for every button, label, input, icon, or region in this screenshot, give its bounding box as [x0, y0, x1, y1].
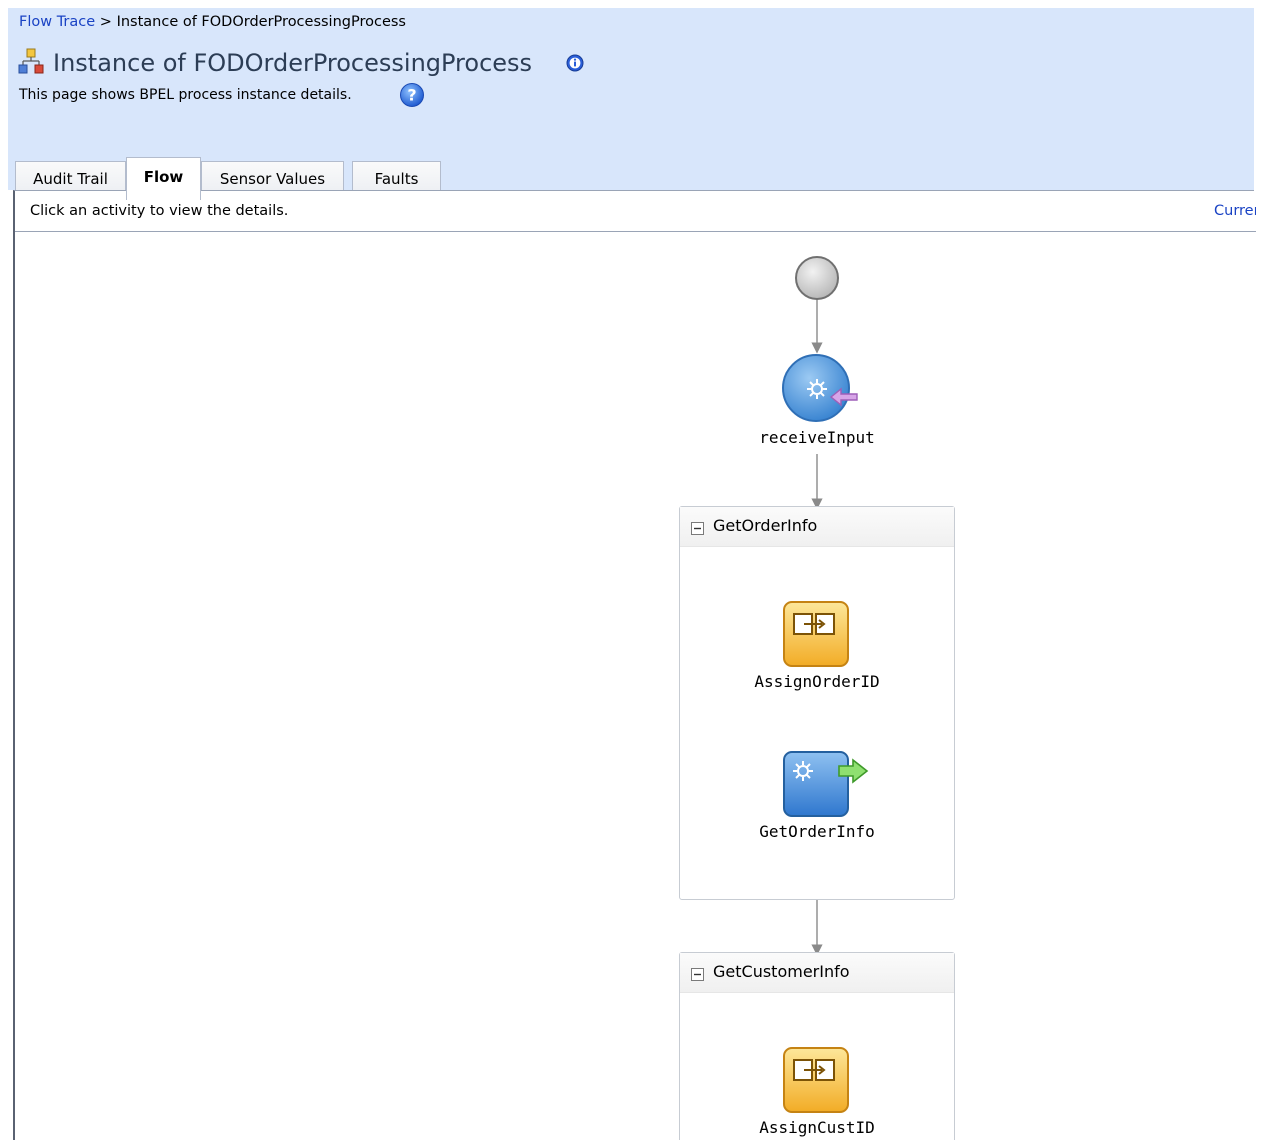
receive-icon[interactable]	[779, 352, 863, 424]
flow-connectors	[811, 298, 823, 1048]
collapse-icon[interactable]	[691, 968, 704, 981]
flow-canvas[interactable]: receiveInput GetOrderInfo AssignOrderID	[13, 232, 1254, 1140]
breadcrumb-flow-trace-link[interactable]: Flow Trace	[19, 14, 95, 30]
assign-cust-id-label[interactable]: AssignCustID	[717, 1118, 917, 1137]
page-description: This page shows BPEL process instance de…	[19, 87, 352, 103]
scope-label: GetCustomerInfo	[713, 962, 850, 981]
collapse-icon[interactable]	[691, 522, 704, 535]
scope-header: GetOrderInfo	[680, 507, 954, 547]
start-event-icon[interactable]	[794, 255, 840, 301]
current-link[interactable]: Current	[1214, 203, 1256, 219]
process-instance-icon	[18, 48, 44, 74]
scope-header: GetCustomerInfo	[680, 953, 954, 993]
page-title: Instance of FODOrderProcessingProcess	[53, 49, 533, 77]
help-icon[interactable]: ?	[399, 82, 425, 108]
breadcrumb-separator: >	[99, 14, 112, 30]
breadcrumb-current: Instance of FODOrderProcessingProcess	[116, 14, 406, 30]
invoke-icon[interactable]	[781, 750, 871, 820]
assign-order-id-label[interactable]: AssignOrderID	[717, 672, 917, 691]
assign-icon[interactable]	[782, 1046, 850, 1114]
get-order-info-label[interactable]: GetOrderInfo	[717, 822, 917, 841]
instructions-text: Click an activity to view the details.	[30, 203, 289, 219]
info-icon[interactable]	[566, 54, 584, 72]
svg-text:?: ?	[407, 86, 416, 105]
receive-input-label[interactable]: receiveInput	[717, 428, 917, 447]
breadcrumb: Flow Trace > Instance of FODOrderProcess…	[19, 14, 406, 30]
page-header: Flow Trace > Instance of FODOrderProcess…	[8, 8, 1254, 200]
scope-label: GetOrderInfo	[713, 516, 818, 535]
tab-flow[interactable]: Flow	[126, 157, 201, 200]
assign-icon[interactable]	[782, 600, 850, 668]
